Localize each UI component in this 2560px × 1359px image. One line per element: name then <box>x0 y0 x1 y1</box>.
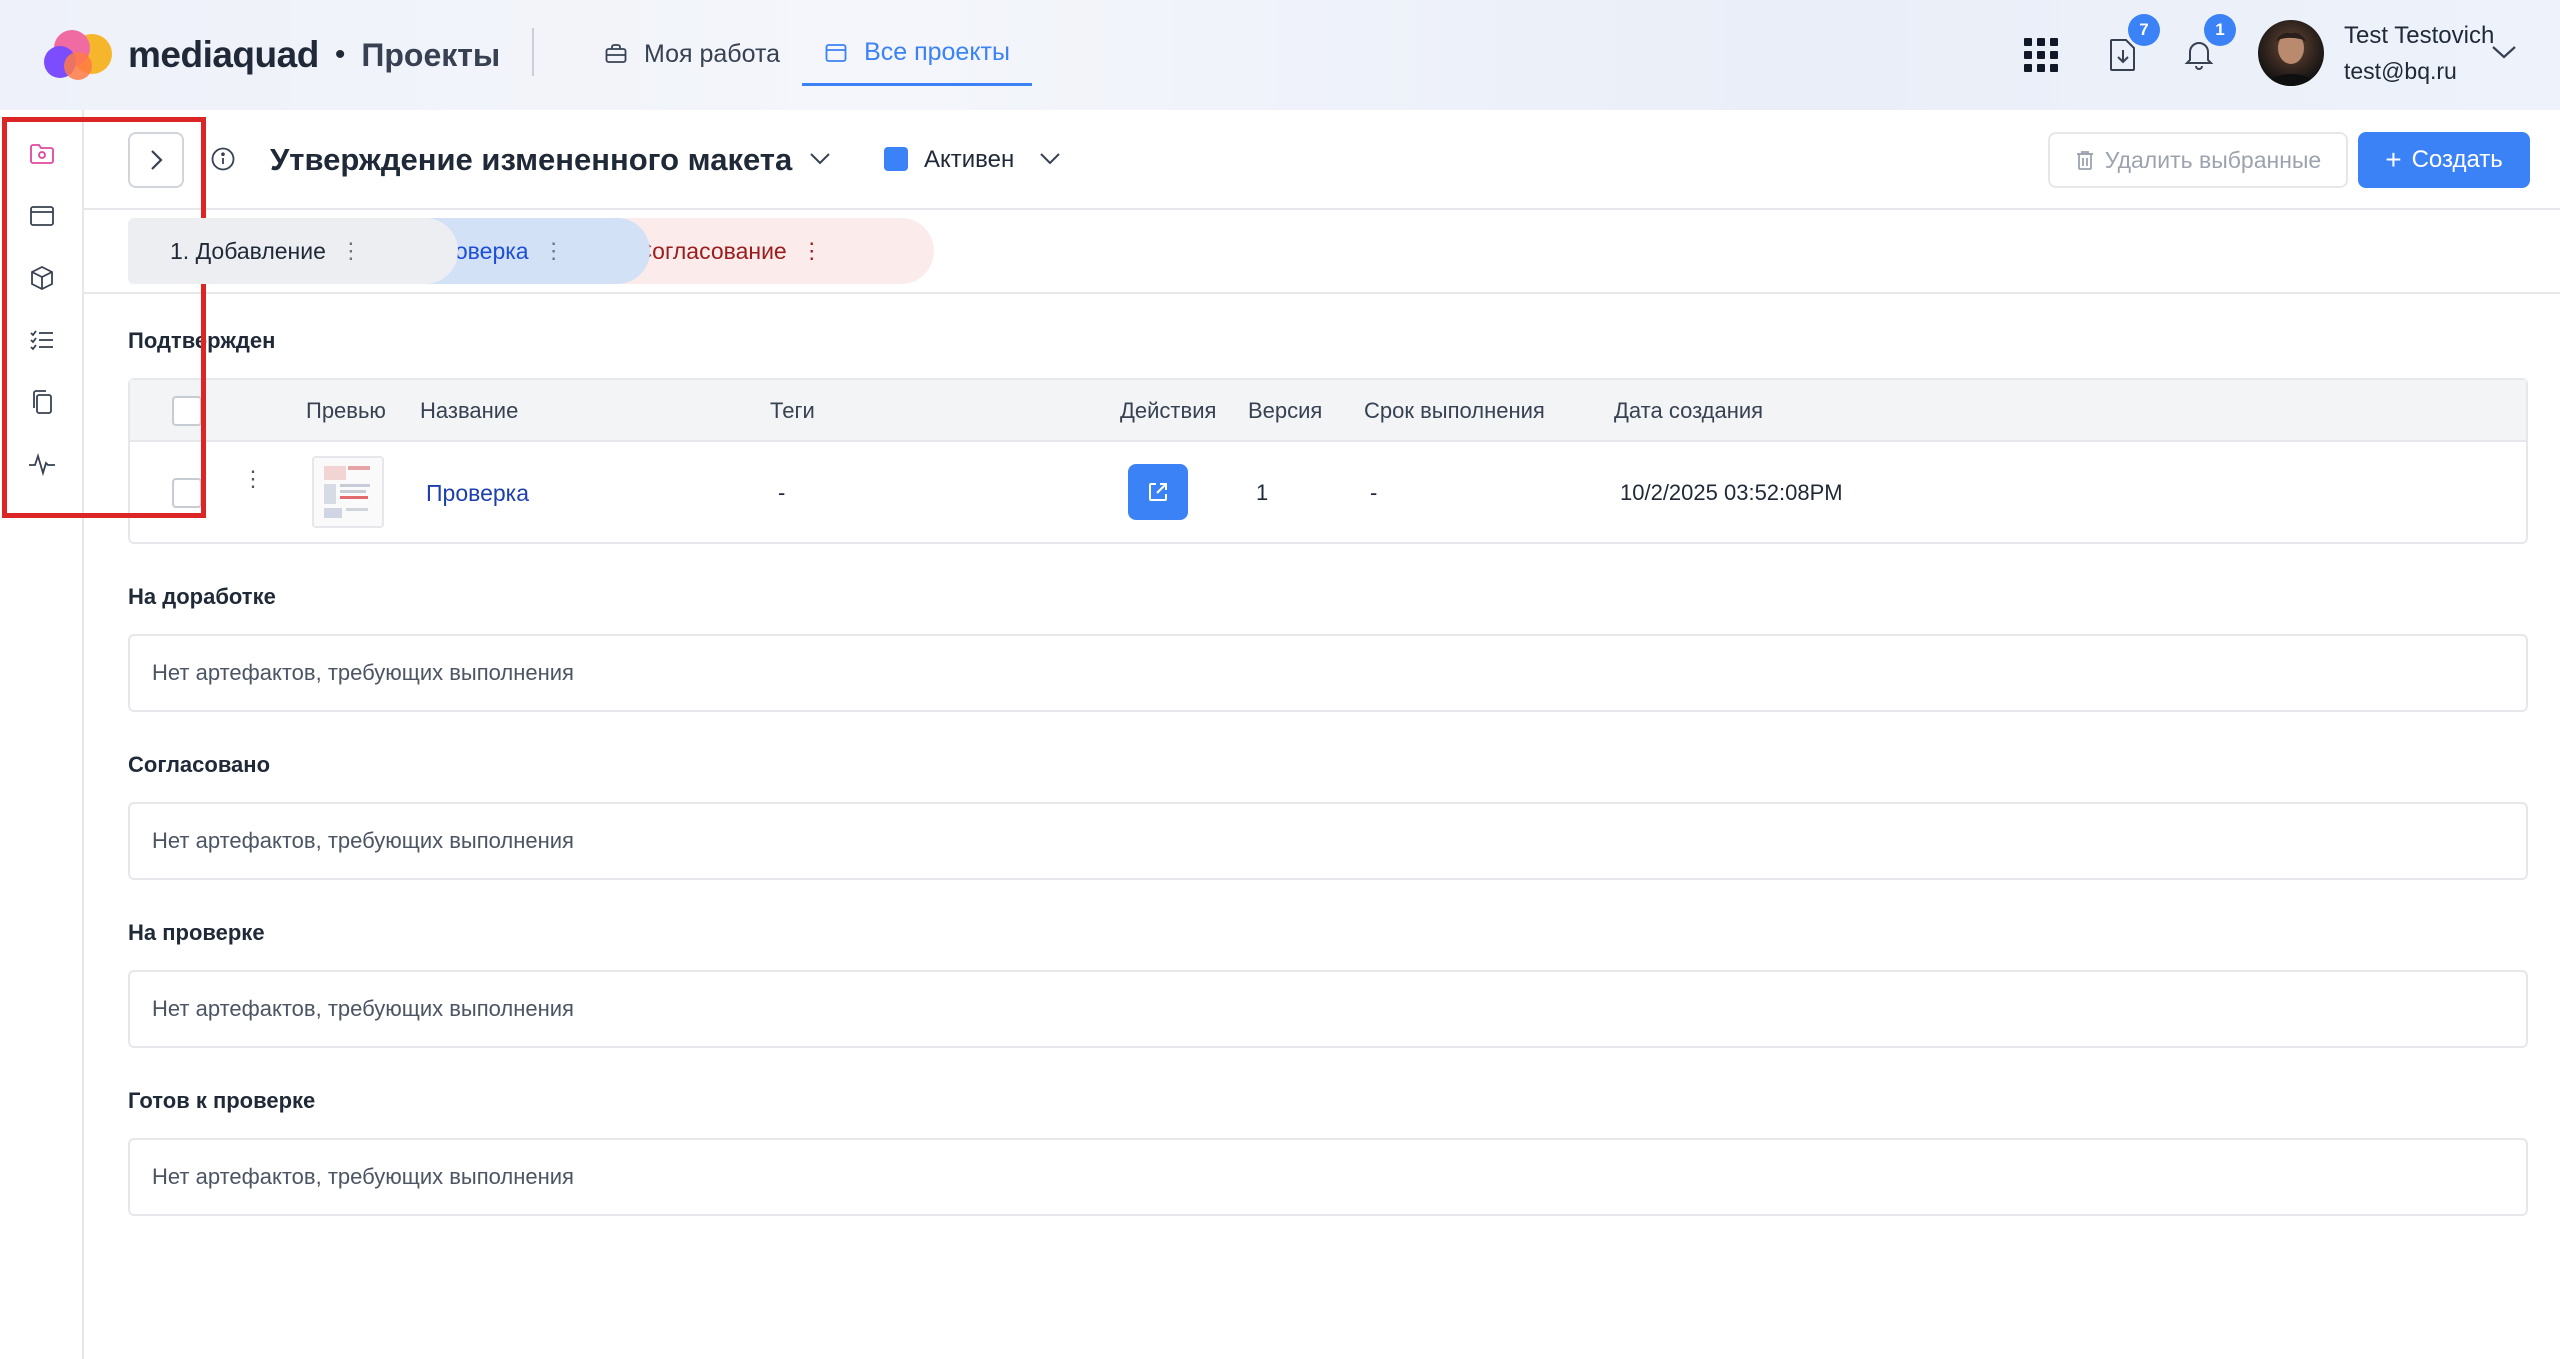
artifacts-table: Превью Название Теги Действия Версия Сро… <box>128 378 2528 544</box>
column-header-deadline[interactable]: Срок выполнения <box>1364 398 1545 424</box>
plus-icon: + <box>2385 144 2402 175</box>
row-deadline: - <box>1370 480 1378 505</box>
sidebar-item-window[interactable] <box>26 200 58 232</box>
column-header-version[interactable]: Версия <box>1248 398 1322 424</box>
mediaquad-logo-icon <box>44 30 112 80</box>
top-nav: Моя работа Все проекты <box>582 22 1032 88</box>
info-icon[interactable] <box>210 146 236 172</box>
expand-sidebar-button[interactable] <box>128 132 184 188</box>
workflow-stages: 1. Добавление ⋮ 2. Проверка ⋮ 3. Согласо… <box>84 210 2560 294</box>
row-version: 1 <box>1256 480 1269 505</box>
folder-camera-icon <box>30 144 54 164</box>
sidebar-item-documents[interactable] <box>26 386 58 418</box>
left-sidebar <box>0 110 84 1359</box>
user-photo-icon <box>2266 32 2316 86</box>
user-email: test@bq.ru <box>2344 58 2457 84</box>
sidebar-item-media[interactable] <box>26 138 58 170</box>
empty-state-in-review: Нет артефактов, требующих выполнения <box>128 970 2528 1048</box>
sidebar-item-activity[interactable] <box>26 448 58 480</box>
top-header: mediaquad • Проекты Моя работа Все проек… <box>0 0 2560 110</box>
download-file-icon[interactable] <box>2108 38 2138 72</box>
user-name[interactable]: Test Testovich <box>2344 22 2494 50</box>
create-label: Создать <box>2411 146 2503 173</box>
checklist-icon <box>30 330 53 351</box>
page-title: Утверждение измененного макета <box>270 142 793 177</box>
more-vertical-icon[interactable]: ⋮ <box>801 238 823 264</box>
apps-grid-icon[interactable] <box>2024 38 2058 72</box>
section-title-confirmed: Подтвержден <box>128 328 276 353</box>
section-title-ready: Готов к проверке <box>128 1088 316 1113</box>
avatar[interactable] <box>2258 20 2324 86</box>
trash-icon <box>2076 151 2093 170</box>
cube-icon <box>31 265 53 291</box>
nav-my-work[interactable]: Моя работа <box>582 22 802 86</box>
section-title-approved: Согласовано <box>128 752 271 777</box>
open-external-button[interactable] <box>1128 464 1188 520</box>
header-divider <box>532 28 534 76</box>
column-header-tags[interactable]: Теги <box>770 398 815 424</box>
document-preview-icon <box>324 466 370 518</box>
sidebar-item-assets[interactable] <box>26 262 58 294</box>
more-vertical-icon[interactable]: ⋮ <box>340 238 362 264</box>
row-menu-icon[interactable]: ⋮ <box>242 466 264 492</box>
select-all-checkbox[interactable] <box>172 396 202 426</box>
row-tags: - <box>778 480 786 505</box>
brand-logo[interactable]: mediaquad • Проекты <box>38 28 500 82</box>
row-checkbox[interactable] <box>172 478 202 508</box>
browser-window-icon <box>30 206 54 226</box>
external-link-icon <box>1149 483 1167 501</box>
artifact-name-link[interactable]: Проверка <box>426 480 529 507</box>
stage-tab-adding[interactable]: 1. Добавление ⋮ <box>128 218 458 284</box>
create-button[interactable]: + Создать <box>2358 132 2530 188</box>
status-label[interactable]: Активен <box>924 146 1014 174</box>
empty-state-approved: Нет артефактов, требующих выполнения <box>128 802 2528 880</box>
more-vertical-icon[interactable]: ⋮ <box>543 238 565 264</box>
column-header-preview[interactable]: Превью <box>306 398 386 424</box>
nav-my-work-label: Моя работа <box>644 39 781 68</box>
project-toolbar: Утверждение измененного макета Активен У… <box>84 110 2560 210</box>
stage-label: 1. Добавление <box>170 237 326 264</box>
brand-separator: • <box>334 38 346 71</box>
preview-thumbnail[interactable] <box>312 456 384 528</box>
calendar-window-icon <box>825 43 847 62</box>
copy-documents-icon <box>33 390 52 414</box>
table-header: Превью Название Теги Действия Версия Сро… <box>130 380 2526 442</box>
section-name: Проекты <box>361 36 501 73</box>
empty-state-rework: Нет артефактов, требующих выполнения <box>128 634 2528 712</box>
status-color-swatch <box>884 147 908 171</box>
section-title-in-review: На проверке <box>128 920 265 945</box>
chevron-right-icon <box>151 150 163 170</box>
column-header-created[interactable]: Дата создания <box>1614 398 1763 424</box>
sidebar-item-tasks[interactable] <box>26 324 58 356</box>
downloads-badge: 7 <box>2128 14 2160 46</box>
nav-all-projects[interactable]: Все проекты <box>802 22 1032 86</box>
activity-pulse-icon <box>29 452 55 476</box>
chevron-down-icon[interactable] <box>2490 42 2518 62</box>
brand-name: mediaquad <box>128 34 319 75</box>
title-chevron-down-icon[interactable] <box>808 150 832 168</box>
column-header-actions[interactable]: Действия <box>1120 398 1216 424</box>
delete-selected-button[interactable]: Удалить выбранные <box>2048 132 2348 188</box>
row-created-date: 10/2/2025 03:52:08PM <box>1620 480 1843 505</box>
delete-selected-label: Удалить выбранные <box>2104 146 2322 173</box>
nav-all-projects-label: Все проекты <box>864 38 1010 66</box>
empty-state-ready: Нет артефактов, требующих выполнения <box>128 1138 2528 1216</box>
section-title-rework: На доработке <box>128 584 276 609</box>
briefcase-icon <box>605 44 627 63</box>
notifications-badge: 1 <box>2204 14 2236 46</box>
column-header-name[interactable]: Название <box>420 398 518 424</box>
status-chevron-down-icon[interactable] <box>1038 150 1062 168</box>
